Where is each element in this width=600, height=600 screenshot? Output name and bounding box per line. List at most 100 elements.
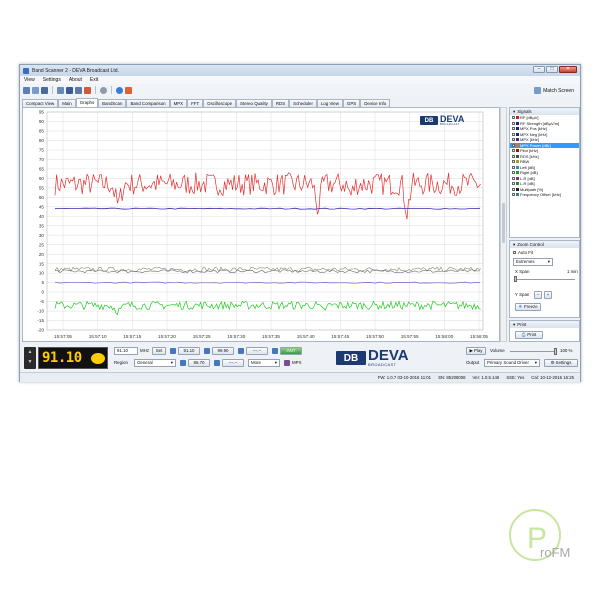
x-span-label: X Span [515, 269, 530, 274]
output-select[interactable]: Primary Sound Driver ▾ [484, 359, 540, 367]
memory-1-button[interactable]: 91.10 [178, 347, 200, 355]
grid-icon[interactable] [57, 86, 64, 94]
signal-checkbox[interactable] [512, 193, 515, 197]
signal-checkbox[interactable] [512, 132, 515, 136]
y-span-minus-button[interactable]: – [534, 291, 542, 299]
set-button[interactable]: Set [152, 347, 166, 355]
close-button[interactable]: ✕ [559, 66, 577, 73]
bottom-trace [54, 300, 481, 316]
match-screen-button[interactable]: Match Screen [534, 87, 574, 94]
tune-up-icon[interactable]: ▲ [24, 347, 36, 357]
memory-icon[interactable] [170, 348, 176, 354]
open-icon[interactable] [32, 86, 39, 94]
status-cal: Cal: 10-12-2016 16:25 [531, 375, 574, 380]
menu-about[interactable]: About [69, 77, 82, 83]
signal-checkbox[interactable] [512, 176, 515, 180]
tune-down-icon[interactable]: ▼ [24, 357, 36, 367]
signal-color-swatch [516, 165, 519, 169]
memory-icon[interactable] [238, 348, 244, 354]
tab-stereo-quality[interactable]: Stereo Quality [236, 99, 272, 107]
signal-checkbox[interactable]: ✓ [512, 143, 516, 147]
signals-header[interactable]: ▾ Signals [510, 108, 579, 115]
y-span-plus-button[interactable]: + [544, 291, 552, 299]
export-icon[interactable] [75, 86, 82, 94]
signal-checkbox[interactable]: ✓ [512, 116, 516, 120]
tab-graphs[interactable]: Graphs [75, 98, 99, 107]
memory-icon[interactable] [180, 360, 186, 366]
tab-scheduler[interactable]: Scheduler [289, 99, 317, 107]
signal-checkbox[interactable] [512, 160, 515, 164]
edit-icon[interactable] [84, 86, 91, 94]
menu-settings[interactable]: Settings [43, 77, 61, 83]
memory-icon[interactable] [214, 360, 220, 366]
tab-log-view[interactable]: Log View [316, 99, 343, 107]
zoom-header-label: Zoom Control [517, 242, 544, 247]
scroll-thumb[interactable] [502, 203, 505, 243]
tab-bandscan[interactable]: BandScan [98, 99, 127, 107]
tab-mpx[interactable]: MPX [169, 99, 188, 107]
print-header[interactable]: ▾ Print [510, 321, 579, 328]
minimize-button[interactable]: – [533, 66, 545, 73]
memory-icon[interactable] [204, 348, 210, 354]
menu-view[interactable]: View [24, 77, 35, 83]
new-icon[interactable] [23, 86, 30, 94]
memory-4-button[interactable]: 95.70 [188, 359, 210, 367]
region-select[interactable]: General ▾ [134, 359, 176, 367]
toolbar-divider [95, 86, 96, 94]
window-title: Band Scanner 2 - DEVA Broadcast Ltd. [32, 67, 119, 74]
signal-graph: 95908580757065605550454035302520151050-5… [37, 110, 488, 339]
signal-checkbox[interactable] [512, 165, 515, 169]
freeze-button[interactable]: ❄ Freeze [515, 303, 541, 311]
record-icon[interactable] [125, 86, 132, 94]
volume-handle[interactable] [554, 348, 557, 355]
more-select[interactable]: More ▾ [248, 359, 280, 367]
signal-item[interactable]: Frequency Offset [kHz] [510, 192, 579, 198]
info-icon[interactable] [116, 86, 123, 94]
printer-icon: ⎙ [521, 332, 526, 337]
signal-checkbox[interactable] [512, 187, 515, 191]
tab-fft[interactable]: FFT [187, 99, 204, 107]
plot-frame [46, 111, 484, 331]
graph-scrollbar[interactable] [500, 107, 507, 342]
x-span-slider[interactable] [514, 276, 575, 282]
signal-color-swatch [516, 154, 519, 158]
tab-compact-view[interactable]: Compact View [22, 99, 59, 107]
deva-logo-text: DEVA [368, 347, 409, 364]
frequency-input[interactable]: 91.10 [114, 347, 138, 355]
x-span-handle[interactable] [514, 276, 517, 282]
tab-band-comparison[interactable]: Band Comparison [126, 99, 170, 107]
tune-arrows[interactable]: ▲ ▼ [24, 347, 36, 369]
antenna-button[interactable]: ANT [280, 347, 302, 355]
signal-checkbox[interactable] [512, 182, 515, 186]
menu-exit[interactable]: Exit [90, 77, 98, 83]
volume-slider[interactable] [510, 348, 557, 355]
tab-rds[interactable]: RDS [271, 99, 290, 107]
mpx-label[interactable]: MPX [292, 359, 302, 367]
play-button[interactable]: ▶ Play [466, 347, 486, 355]
tab-device-info[interactable]: Device Info [360, 99, 391, 107]
y-tick-label: -15 [37, 318, 44, 323]
signal-checkbox[interactable] [512, 121, 515, 125]
tab-gps[interactable]: GPS [342, 99, 361, 107]
memory-3-button[interactable]: ---.-- [246, 347, 268, 355]
tab-main[interactable]: Main [58, 99, 76, 107]
signal-checkbox[interactable] [512, 171, 515, 175]
signal-checkbox[interactable] [512, 154, 515, 158]
settings-icon[interactable] [100, 86, 107, 94]
list-icon[interactable] [41, 86, 48, 94]
signal-checkbox[interactable]: ✓ [512, 149, 516, 153]
zoom-header[interactable]: ▾ Zoom Control [510, 241, 579, 248]
save-icon[interactable] [66, 86, 73, 94]
auto-fit-checkbox[interactable]: ✓ Auto Fit [513, 250, 533, 255]
print-button[interactable]: ⎙ Print [515, 331, 543, 339]
menu-bar: View Settings About Exit [20, 76, 580, 84]
audio-settings-button[interactable]: ⚙ Settings [544, 359, 578, 367]
signal-checkbox[interactable] [512, 138, 515, 142]
y-tick-label: 15 [39, 261, 45, 266]
maximize-button[interactable]: □ [546, 66, 558, 73]
signal-checkbox[interactable] [512, 127, 515, 131]
memory-5-button[interactable]: ---.-- [222, 359, 244, 367]
zoom-mode-select[interactable]: Extremes ▾ [513, 258, 553, 266]
memory-2-button[interactable]: 99.90 [212, 347, 234, 355]
tab-oscilloscope[interactable]: Oscilloscope [203, 99, 237, 107]
